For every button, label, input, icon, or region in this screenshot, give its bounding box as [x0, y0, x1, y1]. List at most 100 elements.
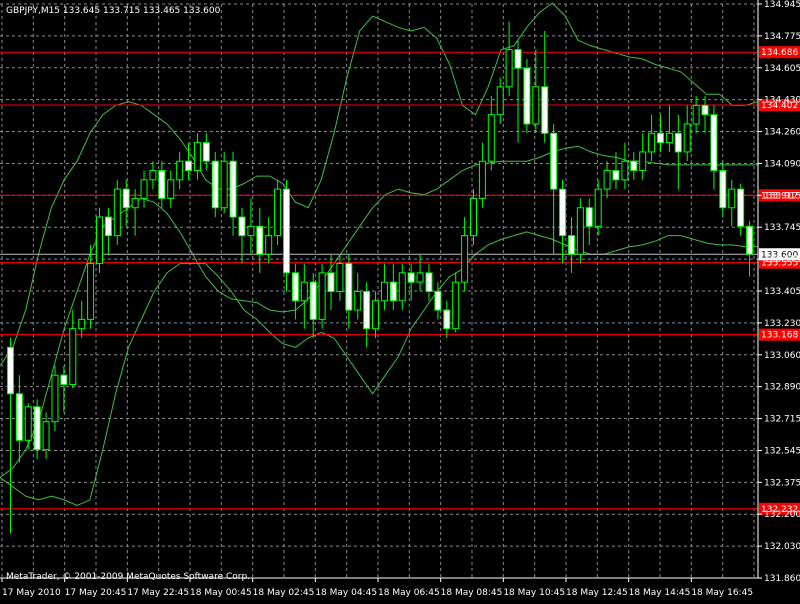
y-tick-label: 133.405	[764, 287, 800, 297]
candle-bull	[24, 406, 32, 441]
candle-bear	[407, 272, 415, 283]
y-tick-label: 132.030	[764, 542, 800, 552]
candle-bear	[514, 49, 522, 69]
candle-bear	[630, 160, 638, 172]
candle-bear	[550, 132, 558, 190]
x-tick-label: 17 May 2010	[2, 588, 61, 598]
candle-bear	[746, 225, 754, 255]
candle-bull	[78, 318, 86, 330]
y-tick-label: 134.430	[764, 96, 800, 106]
candle-bear	[6, 346, 14, 395]
candle-bear	[425, 272, 433, 292]
candle-bull	[87, 263, 95, 320]
candle-bear	[345, 263, 353, 311]
price-chart[interactable]: 134.686 134.402 133.917 133.555 133.168 132.2…	[0, 0, 800, 600]
x-tick-label: 18 May 08:45	[441, 588, 503, 598]
candle-bull	[683, 123, 691, 153]
y-tick-label: 133.575	[764, 255, 800, 265]
candle-bear	[719, 170, 727, 209]
candle-bear	[559, 188, 567, 237]
candle-bull	[176, 160, 184, 181]
candle-bull	[372, 300, 380, 330]
candle-bear	[238, 216, 246, 237]
candle-bull	[274, 188, 282, 237]
y-tick-label: 133.745	[764, 223, 800, 233]
candle-bull	[42, 421, 50, 451]
y-tick-label: 134.775	[764, 32, 800, 42]
y-tick-label: 134.605	[764, 64, 800, 74]
x-tick-label: 18 May 04:45	[315, 588, 377, 598]
candle-bull	[354, 290, 362, 311]
candle-bull	[496, 86, 504, 116]
chart-canvas[interactable]: 134.686134.402133.917133.555133.168132.2…	[0, 0, 800, 600]
candle-bear	[363, 290, 371, 330]
candle-bull	[505, 49, 513, 88]
y-tick-label: 132.715	[764, 415, 800, 425]
candle-bear	[327, 272, 335, 292]
level-label: 134.686	[761, 48, 798, 58]
candle-bear	[158, 170, 166, 199]
candle-bull	[380, 281, 388, 302]
candle-bear	[443, 309, 451, 330]
candle-bull	[69, 328, 77, 385]
candle-bear	[701, 104, 709, 116]
candle-bull	[461, 235, 469, 283]
candle-bear	[657, 132, 664, 144]
candle-bull	[692, 104, 700, 125]
y-tick-label: 133.915	[764, 191, 800, 201]
candle-bull	[167, 179, 175, 199]
candle-bull	[487, 114, 495, 162]
candle-bear	[202, 142, 210, 162]
candle-bear	[283, 188, 290, 274]
symbol-info: GBPJPY,M15 133.645 133.715 133.465 133.6…	[6, 6, 221, 16]
candle-bull	[470, 197, 477, 237]
y-tick-label: 133.060	[764, 351, 800, 361]
y-tick-label: 131.860	[764, 574, 800, 584]
x-tick-label: 18 May 06:45	[378, 588, 440, 598]
candle-bear	[60, 374, 68, 385]
y-tick-label: 133.230	[764, 319, 800, 329]
band-lower	[0, 231, 758, 506]
candle-bear	[567, 235, 575, 255]
candle-bull	[336, 263, 344, 292]
candle-bull	[149, 170, 157, 181]
candle-bull	[603, 170, 611, 190]
candle-bull	[478, 160, 486, 199]
candle-bull	[532, 86, 540, 125]
candle-bear	[541, 86, 549, 134]
x-tick-label: 18 May 16:45	[691, 588, 753, 598]
candle-bear	[104, 216, 112, 237]
candle-bull	[452, 281, 460, 330]
candle-bull	[621, 160, 629, 181]
y-tick-label: 134.260	[764, 128, 800, 138]
y-tick-label: 132.200	[764, 510, 800, 520]
candle-bear	[256, 225, 264, 255]
candle-bull	[398, 272, 406, 302]
candle-bear	[122, 188, 130, 209]
candle-bull	[594, 188, 602, 227]
x-tick-label: 18 May 02:45	[253, 588, 315, 598]
candle-bear	[291, 272, 299, 302]
x-tick-label: 17 May 22:45	[127, 588, 189, 598]
y-tick-label: 134.945	[764, 0, 800, 10]
y-tick-label: 132.545	[764, 446, 800, 456]
candle-bear	[15, 393, 23, 441]
y-tick-label: 132.375	[764, 478, 800, 488]
grid	[0, 3, 758, 579]
chart-text: GBPJPY,M15 133.645 133.715 133.465 133.6…	[6, 6, 250, 582]
candle-bull	[648, 132, 656, 153]
candle-bear	[33, 406, 41, 451]
candle-bear	[211, 160, 219, 209]
candle-bear	[523, 67, 531, 125]
candle-bull	[247, 225, 255, 237]
candle-bull	[639, 151, 647, 172]
candle-bear	[710, 114, 718, 172]
candle-bear	[585, 207, 593, 227]
candle-bear	[612, 170, 620, 181]
level-label: 133.168	[761, 331, 798, 341]
x-tick-label: 18 May 00:45	[190, 588, 252, 598]
candle-bull	[665, 132, 673, 144]
candle-bull	[728, 188, 736, 209]
candle-bull	[265, 235, 273, 255]
candle-bull	[140, 179, 148, 199]
